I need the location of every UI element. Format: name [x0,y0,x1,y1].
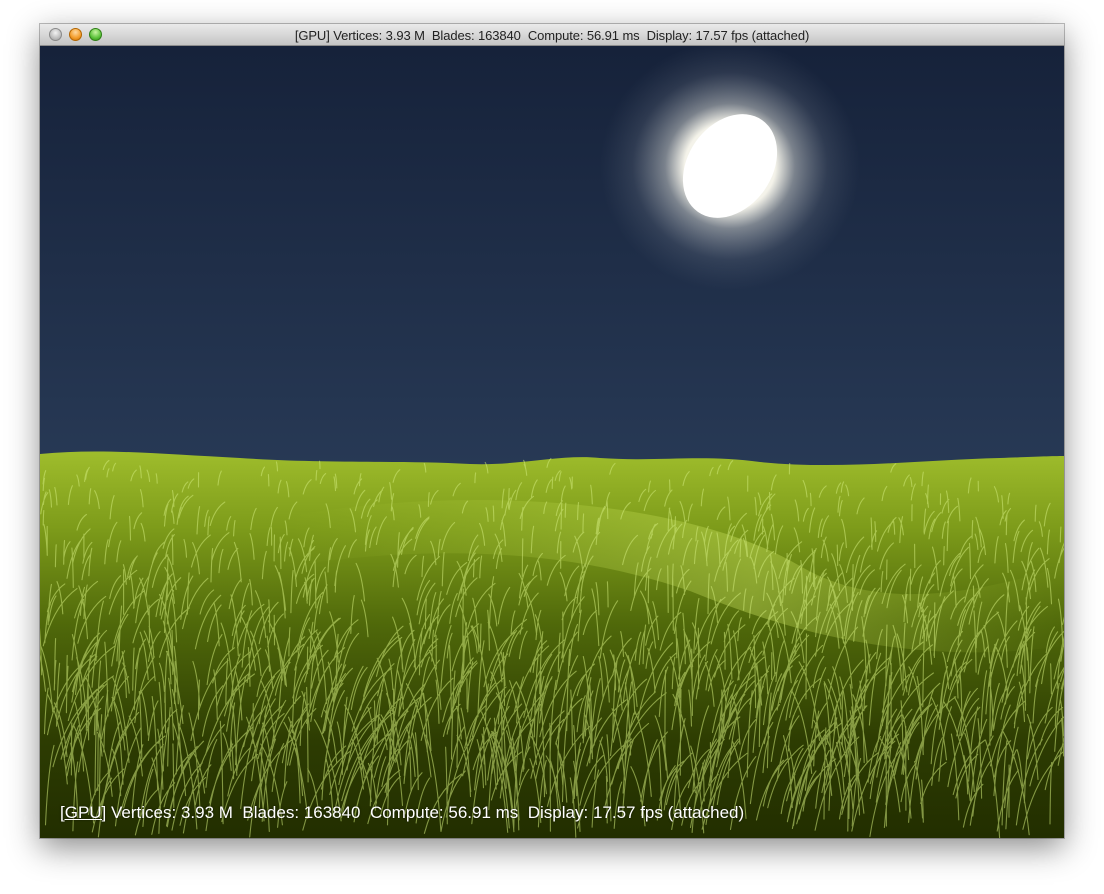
stats-text: Vertices: 3.93 M Blades: 163840 Compute:… [106,803,745,822]
window-titlebar[interactable]: [GPU] Vertices: 3.93 M Blades: 163840 Co… [40,24,1064,46]
stats-overlay: [GPU] Vertices: 3.93 M Blades: 163840 Co… [60,803,744,823]
app-window: [GPU] Vertices: 3.93 M Blades: 163840 Co… [40,24,1064,838]
window-title: [GPU] Vertices: 3.93 M Blades: 163840 Co… [294,28,810,43]
grass-scene [40,46,1064,838]
grass-render-viewport[interactable]: [GPU] Vertices: 3.93 M Blades: 163840 Co… [40,46,1064,838]
gpu-tag: [GPU] [60,803,107,822]
